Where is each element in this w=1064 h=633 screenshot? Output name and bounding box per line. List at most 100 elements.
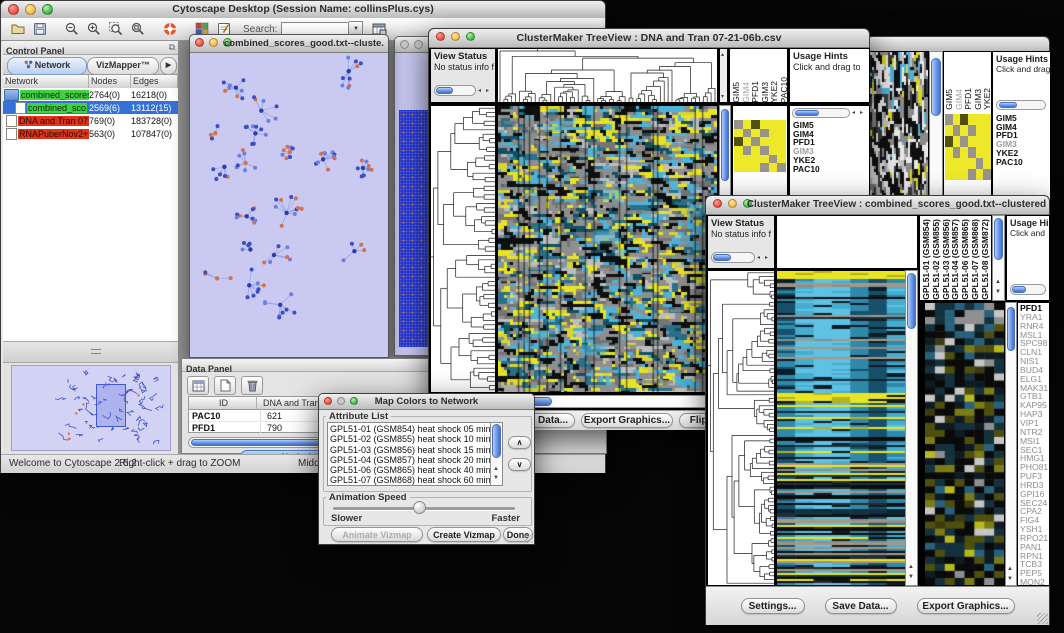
dendrogram-scroll-strip[interactable]: ▴▾: [719, 48, 728, 103]
network-table-header: Network Nodes Edges: [3, 75, 178, 89]
list-vscrollbar[interactable]: ▲▼: [490, 423, 502, 485]
heatmap-vscrollbar[interactable]: ▲▼: [905, 270, 918, 586]
network-edges-count: 183728(0): [131, 116, 178, 126]
resize-grip[interactable]: [524, 534, 533, 543]
col-network[interactable]: Network: [3, 75, 89, 88]
heatmap-cell: [743, 163, 752, 172]
global-heatmap-panel[interactable]: [776, 270, 906, 586]
heatmap-canvas[interactable]: [498, 106, 717, 392]
heatmap-cell: [743, 146, 752, 155]
attribute-list-item[interactable]: GPL51-07 (GSM868) heat shock 60 min: [328, 475, 490, 485]
heatmap-cell: [777, 137, 786, 146]
navigator-viewport-rect[interactable]: [96, 384, 126, 427]
network-view-window[interactable]: combined_scores_good.txt--cluste...: [189, 34, 389, 358]
float-panel-icon[interactable]: ⧉: [169, 42, 175, 53]
row-dendrogram[interactable]: [430, 105, 496, 393]
attribute-list-item[interactable]: GPL51-06 (GSM865) heat shock 40 min: [328, 465, 490, 475]
minimize-button[interactable]: [209, 38, 218, 47]
main-title-bar[interactable]: Cytoscape Desktop (Session Name: collins…: [1, 1, 605, 19]
export-graphics-button[interactable]: Export Graphics...: [917, 598, 1015, 614]
zoom-heatmap-matrix[interactable]: [734, 120, 786, 172]
speed-slider-thumb[interactable]: [413, 501, 426, 514]
network-nodes-count: 563(0): [89, 129, 131, 139]
heatmap-cell: [769, 155, 778, 164]
scroll-left-arrow[interactable]: ◂: [757, 254, 760, 262]
zoom-fit-icon[interactable]: [128, 20, 148, 39]
close-button[interactable]: [400, 40, 409, 49]
move-up-button[interactable]: ∧: [508, 436, 531, 449]
new-attribute-icon[interactable]: [214, 376, 236, 395]
treeview1-titlebar[interactable]: ClusterMaker TreeView : DNA and Tran 07-…: [429, 29, 869, 48]
status-hscrollbar[interactable]: [434, 85, 476, 96]
column-dendrogram[interactable]: [497, 48, 718, 103]
column-label: PAC10: [780, 77, 789, 103]
heatmap-cell: [743, 120, 752, 129]
id-column-header[interactable]: ID: [189, 397, 257, 410]
scroll-left-arrow[interactable]: ◂: [852, 109, 855, 117]
save-data-button[interactable]: Save Data...: [825, 598, 897, 614]
heatmap-cell: [983, 158, 991, 169]
status-hscrollbar[interactable]: [711, 252, 755, 263]
scroll-right-arrow[interactable]: ▸: [486, 87, 489, 95]
heatmap-cell: [751, 120, 760, 129]
zoom-hscrollbar[interactable]: [792, 108, 850, 118]
tab-network[interactable]: Network: [7, 57, 87, 75]
resize-grip[interactable]: [1037, 613, 1048, 624]
delete-attribute-trash-icon[interactable]: [241, 376, 263, 395]
settings-button[interactable]: Settings...: [741, 598, 805, 614]
network-list-item[interactable]: DNA and Tran 07769(0)183728(0): [3, 114, 178, 127]
network-overview-navigator[interactable]: [11, 365, 171, 451]
labels-vscrollbar[interactable]: ▲▼: [992, 215, 1005, 301]
network-list-item[interactable]: combined_sco2569(6)13112(15): [3, 101, 178, 114]
scroll-left-arrow[interactable]: ◂: [478, 87, 481, 95]
tab-vizmapper[interactable]: VizMapper™: [87, 57, 159, 75]
attribute-listbox[interactable]: GPL51-01 (GSM854) heat shock 05 minGPL51…: [327, 422, 503, 486]
minimize-button[interactable]: [414, 40, 423, 49]
move-down-button[interactable]: ∨: [508, 458, 531, 471]
attribute-list-item[interactable]: GPL51-02 (GSM855) heat shock 10 min: [328, 434, 490, 444]
column-dendrogram[interactable]: [776, 215, 918, 269]
zoom-heatmap-panel[interactable]: [924, 302, 1005, 586]
save-session-button[interactable]: [30, 20, 50, 39]
network-list-item[interactable]: combined_scores2764(0)16218(0): [3, 88, 178, 101]
zoom-hscrollbar[interactable]: [1010, 284, 1046, 295]
help-lifering-icon[interactable]: [160, 20, 180, 39]
network-nodes-count: 2764(0): [89, 90, 131, 100]
scroll-right-arrow[interactable]: ▸: [860, 109, 863, 117]
create-vizmap-button[interactable]: Create Vizmap: [427, 527, 501, 542]
background-treeview-titlebar[interactable]: [867, 37, 1049, 52]
zoom-hscrollbar[interactable]: [996, 100, 1046, 110]
select-attributes-icon[interactable]: [187, 376, 209, 395]
attribute-list-item[interactable]: GPL51-03 (GSM856) heat shock 15 min: [328, 445, 490, 455]
dialog-titlebar[interactable]: Map Colors to Network: [319, 394, 534, 410]
zoom-vscrollbar[interactable]: ▲▼: [1005, 302, 1017, 586]
row-id: PAC10: [189, 411, 261, 421]
col-nodes[interactable]: Nodes: [89, 75, 131, 88]
animate-vizmap-button[interactable]: Animate Vizmap: [331, 527, 423, 542]
export-graphics-button[interactable]: Export Graphics...: [581, 413, 673, 428]
panel-divider-handle[interactable]: [3, 341, 178, 363]
close-button[interactable]: [195, 38, 204, 47]
open-session-button[interactable]: [8, 20, 28, 39]
scroll-right-arrow[interactable]: ▸: [765, 254, 768, 262]
zoom-out-icon[interactable]: [62, 20, 82, 39]
zoom-in-icon[interactable]: [84, 20, 104, 39]
network-list-item[interactable]: RNAPuberNov2+563(0)107847(0): [3, 127, 178, 140]
attribute-list-item[interactable]: GPL51-04 (GSM857) heat shock 20 min: [328, 455, 490, 465]
attribute-list-item[interactable]: GPL51-01 (GSM854) heat shock 05 min: [328, 424, 490, 434]
dense-network-grid[interactable]: [399, 110, 429, 347]
zoom-heatmap-canvas[interactable]: [925, 303, 1004, 585]
network-list: combined_scores2764(0)16218(0)combined_s…: [3, 88, 178, 341]
treeview2-titlebar[interactable]: ClusterMaker TreeView : combined_scores_…: [706, 196, 1049, 215]
heatmap-canvas[interactable]: [777, 271, 905, 585]
heatmap-cell: [960, 147, 968, 158]
zoom-selected-icon[interactable]: [106, 20, 126, 39]
zoom-heatmap-matrix[interactable]: [945, 114, 991, 180]
col-edges[interactable]: Edges: [131, 75, 178, 88]
row-dendrogram[interactable]: [707, 270, 775, 586]
global-heatmap-panel[interactable]: [497, 105, 718, 393]
close-button[interactable]: [713, 199, 722, 208]
network-canvas[interactable]: [190, 52, 388, 357]
minimize-button[interactable]: [728, 199, 737, 208]
more-tabs-button[interactable]: ▶: [160, 57, 177, 75]
